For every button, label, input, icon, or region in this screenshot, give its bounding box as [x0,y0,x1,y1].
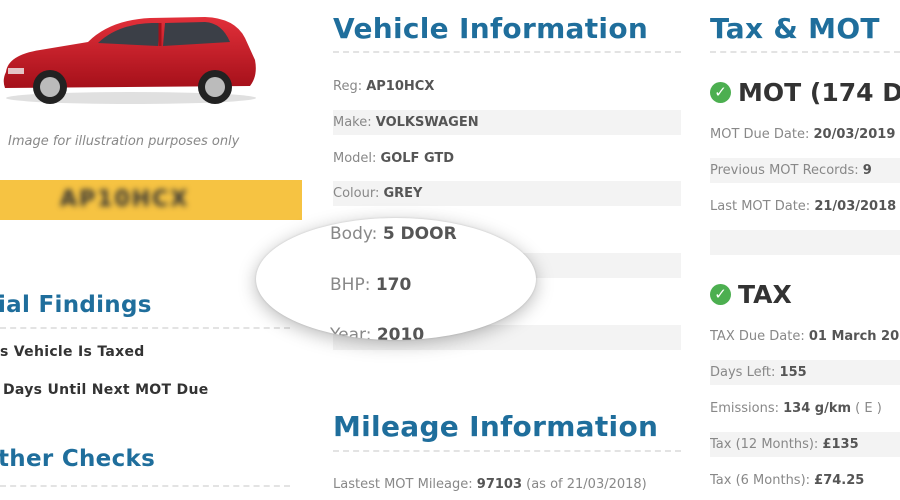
check-circle-icon: ✓ [710,283,731,305]
days-left-value: 155 [779,365,807,380]
tax-mot-column: Tax & MOT ✓ MOT (174 Day MOT Due Date: 20… [710,0,900,500]
tax-6-label: Tax (6 Months): [710,473,815,488]
row-latest-mileage: Lastest MOT Mileage: 97103 (as of 21/03/… [333,472,681,497]
year-value: 2010 [376,325,425,340]
tax-12-value: £135 [822,437,859,452]
body-label: Body: [330,224,383,244]
make-label: Make: [333,115,376,130]
emissions-value: 134 g/km [783,401,852,416]
row-model: Model: GOLF GTD [333,146,681,171]
latest-mileage-label: Lastest MOT Mileage: [333,477,477,492]
bhp-label: BHP: [330,275,376,295]
bhp-value: 170 [375,275,412,295]
divider [710,51,900,53]
last-mot-value: 21/03/2018 [814,199,897,214]
mot-heading-text: MOT (174 Day [738,78,900,107]
body-row: Body: 5 DOOR [330,224,457,244]
mot-due-value: 20/03/2019 [813,127,896,142]
divider [333,450,681,452]
mileage-information-title: Mileage Information [333,410,659,443]
number-plate: AP10HCX [0,180,302,220]
tax-heading: ✓ TAX [710,280,792,309]
plate-text-blurred: AP10HCX [60,187,190,212]
divider [333,51,681,53]
reg-label: Reg: [333,79,367,94]
colour-value: GREY [383,186,423,201]
magnified-content: Body: 5 DOOR BHP: 170 Year: 2010 [256,218,536,340]
latest-mileage-value: 97103 [476,477,523,492]
previous-mot-value: 9 [862,163,872,178]
row-tax-due: TAX Due Date: 01 March 2019 [710,324,900,349]
divider [0,485,290,487]
colour-label: Colour: [333,186,384,201]
tax-mot-title: Tax & MOT [710,12,880,45]
row-mot-due: MOT Due Date: 20/03/2019 (1 [710,122,900,147]
check-circle-icon: ✓ [710,81,731,103]
mot-due-suffix: (1 [895,127,900,142]
row-emissions: Emissions: 134 g/km ( E ) [710,396,900,421]
vehicle-information-title: Vehicle Information [333,12,649,45]
bhp-row: BHP: 170 [330,275,411,295]
mot-heading: ✓ MOT (174 Day [710,78,900,107]
tax-due-label: TAX Due Date: [710,329,809,344]
row-mot-blank [710,230,900,255]
mot-due-label: MOT Due Date: [710,127,814,142]
other-checks-title: ther Checks [0,446,156,472]
initial-findings-title: ial Findings [0,292,152,318]
body-value: 5 DOOR [382,224,457,244]
tax-heading-text: TAX [738,280,792,309]
days-left-label: Days Left: [710,365,780,380]
model-value: GOLF GTD [380,151,455,166]
row-days-left: Days Left: 155 [710,360,900,385]
model-label: Model: [333,151,381,166]
make-value: VOLKSWAGEN [375,115,479,130]
tax-due-value: 01 March 2019 [808,329,900,344]
car-image [3,17,256,104]
row-reg: Reg: AP10HCX [333,74,681,99]
tax-12-label: Tax (12 Months): [710,437,823,452]
latest-mileage-note: (as of 21/03/2018) [522,477,647,492]
row-tax-6: Tax (6 Months): £74.25 [710,468,900,493]
row-tax-12: Tax (12 Months): £135 [710,432,900,457]
year-label: Year: [330,325,377,340]
previous-mot-label: Previous MOT Records: [710,163,863,178]
row-last-mot: Last MOT Date: 21/03/2018 [710,194,900,219]
finding-mot-days: Days Until Next MOT Due [3,382,209,398]
row-previous-mot: Previous MOT Records: 9 [710,158,900,183]
tax-6-value: £74.25 [814,473,865,488]
illustration-caption: Image for illustration purposes only [8,134,240,149]
year-row: Year: 2010 [330,325,424,340]
row-colour: Colour: GREY [333,181,681,206]
emissions-label: Emissions: [710,401,784,416]
emissions-band: ( E ) [851,401,882,416]
last-mot-label: Last MOT Date: [710,199,815,214]
divider [0,327,290,329]
finding-taxed: s Vehicle Is Taxed [0,344,145,360]
reg-value: AP10HCX [366,79,435,94]
row-make: Make: VOLKSWAGEN [333,110,681,135]
magnifier-lens: Body: 5 DOOR BHP: 170 Year: 2010 [256,218,536,340]
